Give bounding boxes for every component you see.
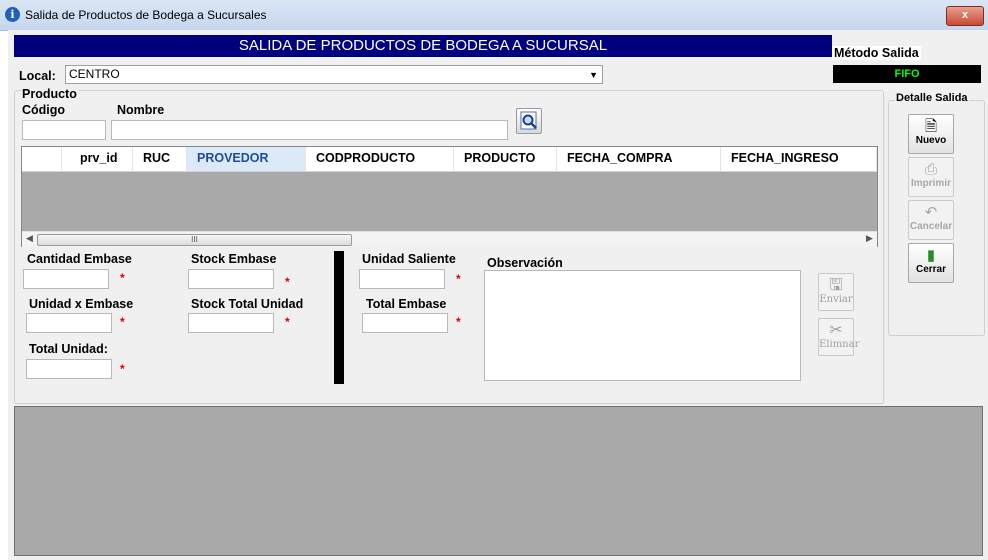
window-close-button[interactable]: x <box>946 6 984 26</box>
required-mark: * <box>456 272 461 286</box>
search-icon <box>520 111 537 130</box>
grid-column-header[interactable]: prv_id <box>62 147 133 171</box>
required-mark: * <box>285 275 290 289</box>
grid-column-header[interactable]: PRODUCTO <box>454 147 557 171</box>
cancelar-label: Cancelar <box>909 221 953 232</box>
new-document-icon: 🗎 <box>924 118 938 135</box>
cantidad-embase-input[interactable] <box>23 269 109 289</box>
eliminar-button[interactable]: ✂ Elimnar <box>818 318 859 356</box>
total-embase-label: Total Embase <box>366 297 447 311</box>
grid-column-header[interactable]: CODPRODUCTO <box>306 147 454 171</box>
page-title: SALIDA DE PRODUCTOS DE BODEGA A SUCURSAL <box>14 35 832 57</box>
nuevo-button[interactable]: 🗎 Nuevo <box>908 114 954 154</box>
nuevo-label: Nuevo <box>915 135 947 146</box>
imprimir-button[interactable]: ⎙ Imprimir <box>908 157 954 197</box>
search-button[interactable] <box>516 108 542 134</box>
grid-row-header <box>22 147 62 171</box>
unidad-x-embase-input[interactable] <box>26 313 112 333</box>
delete-icon: ✂ <box>829 320 843 339</box>
horizontal-scrollbar[interactable]: ◀ III ▶ <box>22 231 877 247</box>
required-mark: * <box>120 362 125 376</box>
eliminar-label: Elimnar <box>819 339 860 350</box>
cerrar-button[interactable]: ▮ Cerrar <box>908 243 954 283</box>
save-icon: 🖫 <box>829 275 843 294</box>
metodo-salida-value: FIFO <box>833 65 981 83</box>
scroll-left-icon[interactable]: ◀ <box>26 233 33 244</box>
observacion-textarea[interactable] <box>484 270 801 381</box>
total-unidad-label: Total Unidad: <box>29 342 108 356</box>
required-mark: * <box>120 271 125 285</box>
stock-total-unidad-input[interactable] <box>188 313 274 333</box>
stock-embase-input[interactable] <box>188 269 274 289</box>
unidad-x-embase-label: Unidad x Embase <box>29 297 134 311</box>
detail-grid-panel <box>14 406 983 556</box>
printer-icon: ⎙ <box>924 161 937 178</box>
undo-icon: ↶ <box>924 204 938 221</box>
info-icon: i <box>5 7 20 22</box>
unidad-saliente-input[interactable] <box>359 269 445 289</box>
metodo-salida-label: Método Salida <box>832 46 921 60</box>
enviar-label: Enviar <box>819 294 853 305</box>
stock-total-unidad-label: Stock Total Unidad <box>191 297 304 311</box>
required-mark: * <box>120 315 125 329</box>
local-label: Local: <box>19 69 56 83</box>
grid-column-header[interactable]: FECHA_COMPRA <box>557 147 721 171</box>
total-unidad-input[interactable] <box>26 359 112 379</box>
producto-group-label: Producto <box>22 87 79 101</box>
imprimir-label: Imprimir <box>910 178 951 189</box>
nombre-input[interactable] <box>111 120 508 140</box>
chevron-down-icon[interactable]: ▼ <box>589 67 598 84</box>
grid-column-header[interactable]: PROVEDOR <box>187 147 306 171</box>
observacion-label: Observación <box>487 256 563 270</box>
scroll-thumb[interactable]: III <box>37 234 352 246</box>
local-select[interactable]: CENTRO ▼ <box>65 65 603 84</box>
codigo-label: Código <box>22 103 66 117</box>
required-mark: * <box>456 315 461 329</box>
cantidad-embase-label: Cantidad Embase <box>27 252 132 266</box>
nombre-label: Nombre <box>117 103 165 117</box>
cerrar-label: Cerrar <box>915 264 947 275</box>
local-select-value: CENTRO <box>69 67 120 81</box>
detalle-salida-label: Detalle Salida <box>895 92 969 104</box>
vertical-divider <box>334 251 344 384</box>
products-grid[interactable]: prv_id RUC PROVEDOR CODPRODUCTO PRODUCTO… <box>21 146 878 247</box>
scroll-right-icon[interactable]: ▶ <box>866 233 873 244</box>
cancelar-button[interactable]: ↶ Cancelar <box>908 200 954 240</box>
required-mark: * <box>285 315 290 329</box>
window-title: Salida de Productos de Bodega a Sucursal… <box>25 8 267 22</box>
enviar-button[interactable]: 🖫 Enviar <box>818 273 854 311</box>
total-embase-input[interactable] <box>362 313 448 333</box>
grid-column-header[interactable]: FECHA_INGRESO <box>721 147 877 171</box>
exit-door-icon: ▮ <box>926 247 936 264</box>
grid-column-header[interactable]: RUC <box>133 147 187 171</box>
grid-header: prv_id RUC PROVEDOR CODPRODUCTO PRODUCTO… <box>22 147 877 172</box>
stock-embase-label: Stock Embase <box>191 252 277 266</box>
unidad-saliente-label: Unidad Saliente <box>362 252 456 266</box>
codigo-input[interactable] <box>22 120 106 140</box>
